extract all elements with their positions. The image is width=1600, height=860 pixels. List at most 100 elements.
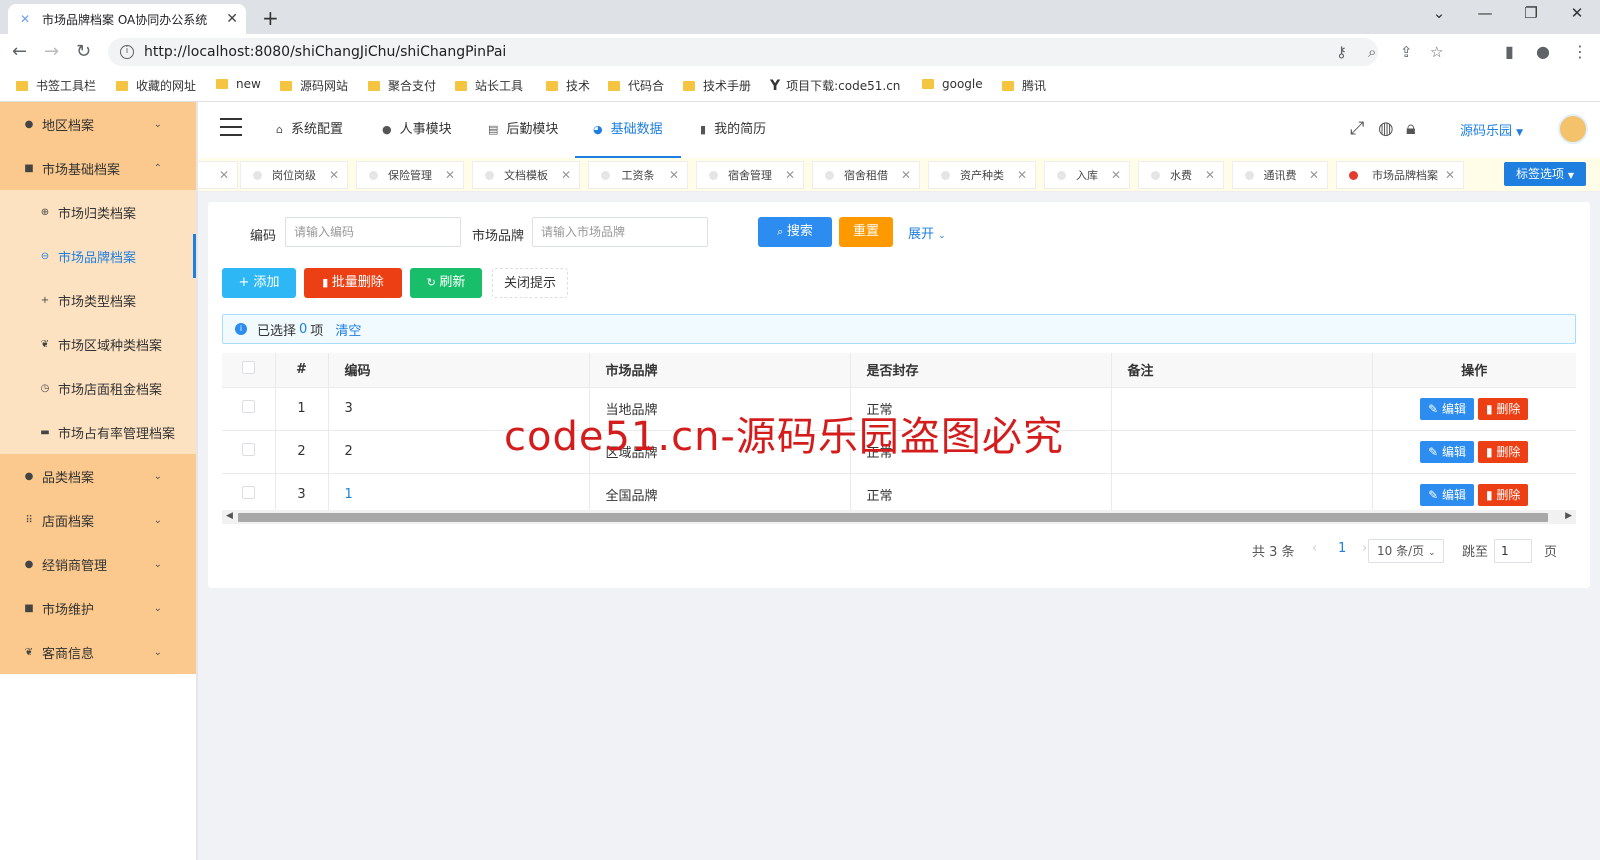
bookmark-item[interactable]: 聚合支付 <box>368 77 436 94</box>
close-icon[interactable]: ✕ <box>561 168 571 182</box>
nav-logistics-module[interactable]: ▤ 后勤模块 <box>488 102 558 158</box>
new-tab-icon[interactable]: + <box>262 6 279 30</box>
share-icon[interactable]: ⇪ <box>1400 43 1413 61</box>
nav-base-data[interactable]: ◕ 基础数据 <box>575 102 681 158</box>
site-info-icon[interactable]: i <box>120 45 134 59</box>
user-menu[interactable]: 源码乐园 ▼ <box>1460 120 1523 139</box>
page-tab[interactable]: 工资条 ✕ <box>588 161 688 189</box>
bookmark-item[interactable]: 收藏的网址 <box>116 77 196 94</box>
page-number[interactable]: 1 <box>1338 541 1346 556</box>
page-tab[interactable]: 宿舍管理 ✕ <box>696 161 804 189</box>
bookmark-item[interactable]: 代码合 <box>608 77 664 94</box>
zoom-icon[interactable]: ⌕ <box>1368 43 1376 61</box>
delete-button[interactable]: ▮ 删除 <box>1477 440 1529 463</box>
sidebar-item-store-rent[interactable]: ◷ 市场店面租金档案 <box>0 366 196 410</box>
close-icon[interactable]: ✕ <box>445 168 455 182</box>
scroll-right-icon[interactable]: ▶ <box>1565 511 1572 521</box>
fullscreen-icon[interactable]: ⤢ <box>1350 118 1364 139</box>
horizontal-scrollbar[interactable]: ◀ ▶ <box>222 510 1576 524</box>
globe-icon[interactable]: ◍ <box>1378 118 1394 139</box>
restore-icon[interactable]: ❐ <box>1516 4 1546 22</box>
column-header-brand[interactable]: 市场品牌 <box>589 353 851 388</box>
tab-options-button[interactable]: 标签选项 ▼ <box>1504 162 1586 186</box>
page-tab[interactable]: 3✕ <box>198 161 238 189</box>
sidebar-item-market-category[interactable]: ⊕ 市场归类档案 <box>0 190 196 234</box>
page-tab[interactable]: 保险管理 ✕ <box>356 161 464 189</box>
refresh-button[interactable]: ↻ 刷新 <box>410 268 482 298</box>
next-page-icon[interactable]: › <box>1362 541 1367 556</box>
lock-icon[interactable]: 🔒︎ <box>1406 118 1416 139</box>
forward-icon[interactable]: → <box>44 41 59 62</box>
close-tab-icon[interactable]: ✕ <box>226 11 238 27</box>
sidebar-group-category[interactable]: ● 品类档案 ⌄ <box>0 454 196 498</box>
avatar[interactable] <box>1558 114 1588 144</box>
sidebar-item-market-brand[interactable]: ⊖ 市场品牌档案 <box>0 234 196 278</box>
sidebar-item-market-type[interactable]: + 市场类型档案 <box>0 278 196 322</box>
column-header-code[interactable]: 编码 <box>328 353 590 388</box>
search-button[interactable]: ⌕ 搜索 <box>758 217 832 247</box>
key-icon[interactable]: ⚷ <box>1336 43 1347 61</box>
delete-button[interactable]: ▮ 删除 <box>1477 483 1529 506</box>
reload-icon[interactable]: ↻ <box>76 41 91 62</box>
url-text[interactable]: http://localhost:8080/shiChangJiChu/shiC… <box>144 44 506 60</box>
delete-button[interactable]: ▮ 删除 <box>1477 397 1529 420</box>
back-icon[interactable]: ← <box>12 41 27 62</box>
bulk-delete-button[interactable]: ▮ 批量删除 <box>304 268 402 298</box>
sidebar-group-region[interactable]: ● 地区档案 ⌄ <box>0 102 196 146</box>
profile-icon[interactable]: ● <box>1536 42 1550 61</box>
column-header-remark[interactable]: 备注 <box>1111 353 1373 388</box>
page-tab[interactable]: 水费 ✕ <box>1138 161 1224 189</box>
page-tab[interactable]: 资产种类 ✕ <box>928 161 1036 189</box>
close-icon[interactable]: ✕ <box>901 168 911 182</box>
row-checkbox[interactable] <box>241 400 255 413</box>
bookmark-item[interactable]: 站长工具 <box>455 77 523 94</box>
close-icon[interactable]: ✕ <box>1017 168 1027 182</box>
star-icon[interactable]: ☆ <box>1430 43 1443 61</box>
edit-button[interactable]: ✎ 编辑 <box>1420 483 1474 506</box>
close-icon[interactable]: ✕ <box>669 168 679 182</box>
sidebar-group-market-base[interactable]: ■ 市场基础档案 ⌃ <box>0 146 196 190</box>
sidebar-item-market-share[interactable]: ▬ 市场占有率管理档案 <box>0 410 196 454</box>
bookmark-item[interactable]: google <box>922 77 983 91</box>
add-button[interactable]: + 添加 <box>222 268 296 298</box>
close-icon[interactable]: ✕ <box>329 168 339 182</box>
nav-hr-module[interactable]: ● 人事模块 <box>382 102 452 158</box>
bookmark-item[interactable]: 腾讯 <box>1002 77 1046 94</box>
browser-tab[interactable]: ✕ 市场品牌档案 OA协同办公系统 ✕ <box>8 4 246 34</box>
row-checkbox[interactable] <box>241 486 255 499</box>
scrollbar-thumb[interactable] <box>238 513 1548 522</box>
sidebar-item-market-region[interactable]: ❦ 市场区域种类档案 <box>0 322 196 366</box>
close-icon[interactable]: ✕ <box>1309 168 1319 182</box>
page-tab-active[interactable]: 市场品牌档案 ✕ <box>1336 161 1464 189</box>
bookmark-item[interactable]: 技术 <box>546 77 590 94</box>
sidebar-group-dealer[interactable]: ● 经销商管理 ⌄ <box>0 542 196 586</box>
sidepanel-icon[interactable]: ▮ <box>1505 42 1514 61</box>
code-input[interactable]: 请输入编码 <box>285 217 461 247</box>
page-tab[interactable]: 文档模板 ✕ <box>472 161 580 189</box>
close-icon[interactable]: ✕ <box>219 168 229 182</box>
bookmark-item[interactable]: 源码网站 <box>280 77 348 94</box>
reset-button[interactable]: 重置 <box>839 217 893 247</box>
bookmark-item[interactable]: 书签工具栏 <box>16 77 96 94</box>
sidebar-group-store[interactable]: ⠿ 店面档案 ⌄ <box>0 498 196 542</box>
close-window-icon[interactable]: ✕ <box>1562 4 1592 22</box>
menu-icon[interactable]: ⋮ <box>1572 42 1588 61</box>
sidebar-group-maintenance[interactable]: ■ 市场维护 ⌄ <box>0 586 196 630</box>
page-tab[interactable]: 入库 ✕ <box>1044 161 1130 189</box>
expand-link[interactable]: 展开 ⌄ <box>908 223 946 242</box>
page-tab[interactable]: 宿舍租借 ✕ <box>812 161 920 189</box>
jump-page-input[interactable]: 1 <box>1494 539 1532 563</box>
row-checkbox-cell[interactable] <box>222 430 276 474</box>
column-header-status[interactable]: 是否封存 <box>850 353 1112 388</box>
scroll-left-icon[interactable]: ◀ <box>226 511 233 521</box>
close-icon[interactable]: ✕ <box>1205 168 1215 182</box>
select-all-checkbox[interactable] <box>241 361 255 375</box>
minimize-icon[interactable]: — <box>1470 4 1500 22</box>
nav-system-config[interactable]: ⌂ 系统配置 <box>276 102 343 158</box>
page-tab[interactable]: 岗位岗级 ✕ <box>240 161 348 189</box>
page-size-select[interactable]: 10 条/页 ⌄ <box>1368 539 1444 563</box>
bookmark-item[interactable]: Y 项目下载:code51.cn <box>770 77 900 94</box>
sidebar-group-merchant[interactable]: ❦ 客商信息 ⌄ <box>0 630 196 674</box>
tab-search-icon[interactable]: ⌄ <box>1424 4 1454 22</box>
close-icon[interactable]: ✕ <box>1111 168 1121 182</box>
